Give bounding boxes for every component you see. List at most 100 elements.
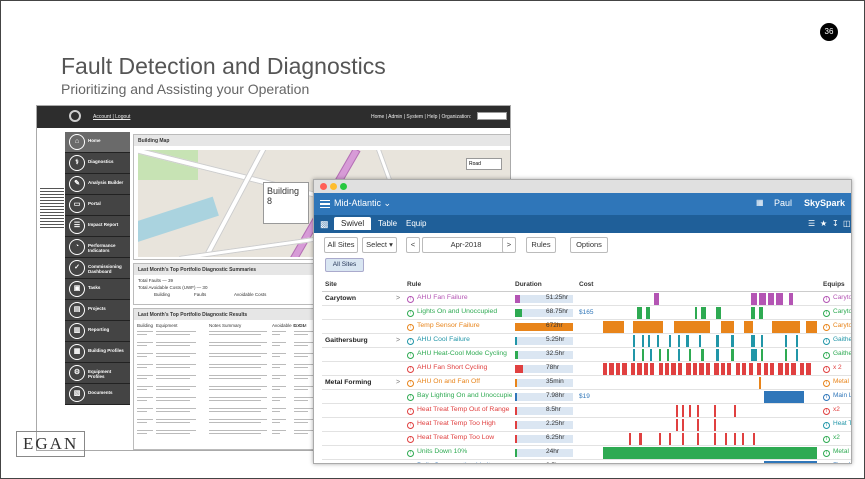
timeline-cell[interactable] [600, 361, 820, 376]
menu-icon[interactable] [320, 200, 330, 208]
rule-cell[interactable]: ! AHU Fan Failure [404, 291, 512, 306]
equip-cell[interactable]: iGaithersburg RTU-1 [820, 333, 851, 348]
date-picker[interactable]: Apr-2018 [422, 237, 510, 253]
fault-segment[interactable] [806, 362, 811, 374]
fault-segment[interactable] [733, 432, 736, 444]
expand-arrow-icon[interactable]: > [392, 375, 404, 390]
display-icon[interactable]: ▦ [756, 198, 764, 207]
fault-segment[interactable] [784, 334, 788, 346]
rule-info-icon[interactable]: ! [407, 449, 414, 457]
grid-row[interactable]: Carytown>!AHU Fan Failure 51.25hr iCarytow… [322, 291, 851, 306]
grid-row[interactable]: ! AHU Fan Short Cycling 78hr i x 2 [322, 361, 851, 376]
rule-info-icon[interactable]: ! [407, 464, 414, 465]
fault-segment[interactable] [767, 292, 775, 304]
fault-segment[interactable] [701, 348, 704, 360]
equip-cell[interactable]: iCarytown RTU-1 [820, 291, 851, 306]
equip-cell[interactable]: iFlow Meter [820, 459, 851, 463]
equip-link[interactable]: Carytown RTU-1 [833, 294, 851, 301]
fault-segment[interactable] [727, 362, 732, 374]
fault-segment[interactable] [630, 362, 636, 374]
fault-segment[interactable] [695, 306, 698, 318]
column-header-equips[interactable]: Equips [820, 279, 851, 292]
bg-sidebar-item[interactable]: ⌂ Home [65, 132, 130, 153]
fault-segment[interactable] [658, 362, 663, 374]
fault-segment[interactable] [750, 292, 758, 304]
fault-segment[interactable] [682, 432, 685, 444]
fault-segment[interactable] [748, 362, 753, 374]
equip-cell[interactable]: iMetal Forming 1 [820, 445, 851, 460]
sites-filter-button[interactable]: All Sites [324, 237, 358, 253]
fault-segment[interactable] [632, 348, 636, 360]
bg-sidebar-item[interactable]: ✎ Analysis Builder [65, 174, 130, 195]
equip-link[interactable]: Heat Treating [833, 420, 851, 427]
bg-sidebar-item[interactable]: ▣ Tasks [65, 279, 130, 300]
equip-link[interactable]: x2 [833, 434, 840, 441]
fault-segment[interactable] [686, 334, 689, 346]
fault-segment[interactable] [675, 404, 678, 416]
fault-segment[interactable] [637, 306, 642, 318]
panel-toggle-icon[interactable]: ◫ [843, 219, 851, 228]
bg-account-links[interactable]: Account | Logout [93, 114, 130, 120]
bg-sidebar-item[interactable]: ▭ Portal [65, 195, 130, 216]
fault-segment[interactable] [650, 348, 653, 360]
timeline-cell[interactable] [600, 291, 820, 306]
download-icon[interactable]: ↧ [832, 219, 839, 228]
equip-link[interactable]: x 2 [833, 364, 842, 371]
bg-sidebar-item[interactable]: ▥ Reporting [65, 321, 130, 342]
fault-segment[interactable] [673, 320, 710, 332]
timeline-cell[interactable] [600, 319, 820, 334]
fault-segment[interactable] [733, 404, 736, 416]
rule-cell[interactable]: ! Units Down 10% [404, 445, 512, 460]
equip-link[interactable]: Carytown RTU-1 [833, 322, 851, 329]
bg-map-type-select[interactable]: Road [466, 158, 502, 170]
fault-segment[interactable] [615, 362, 621, 374]
fault-segment[interactable] [799, 362, 805, 374]
fault-segment[interactable] [688, 348, 691, 360]
fault-segment[interactable] [742, 432, 745, 444]
equip-link[interactable]: Carytown Main Lights [833, 308, 851, 315]
tab-equip[interactable]: Equip [406, 219, 426, 228]
expand-arrow-icon[interactable]: > [392, 291, 404, 306]
rule-cell[interactable]: ! AHU Fan Short Cycling [404, 361, 512, 376]
grid-row[interactable]: Short Pump>!Daily Consumption Limit 3.5hr… [322, 459, 851, 465]
bg-sidebar-item[interactable]: ◔ Performance Indicators [65, 237, 130, 258]
bg-sidebar-item[interactable]: ☰ Impact Report [65, 216, 130, 237]
options-button[interactable]: Options [570, 237, 608, 253]
equip-cell[interactable]: i x2 [820, 403, 851, 418]
fault-segment[interactable] [658, 348, 661, 360]
fault-segment[interactable] [688, 404, 691, 416]
rule-info-icon[interactable]: ! [407, 337, 414, 345]
next-period-button[interactable]: > [502, 237, 516, 253]
rule-info-icon[interactable]: ! [407, 379, 414, 387]
fault-segment[interactable] [682, 404, 685, 416]
rule-info-icon[interactable]: ! [407, 365, 414, 373]
bg-top-menu[interactable]: Home | Admin | System | Help | Organizat… [371, 114, 471, 120]
bg-sidebar-item[interactable]: ⚕ Diagnostics [65, 153, 130, 174]
fault-segment[interactable] [699, 362, 704, 374]
column-header-rule[interactable]: Rule [404, 279, 512, 292]
fault-segment[interactable] [778, 362, 783, 374]
fault-segment[interactable] [641, 334, 644, 346]
fault-segment[interactable] [658, 432, 661, 444]
column-header-site[interactable]: Site [322, 279, 392, 292]
window-maximize-button[interactable] [340, 183, 347, 190]
equip-cell[interactable]: iCarytown RTU-1 [820, 319, 851, 334]
rule-info-icon[interactable]: ! [407, 421, 414, 429]
grid-row[interactable]: !Units Down 10% 24hr iMetal Forming 1 [322, 445, 851, 460]
fault-segment[interactable] [686, 362, 691, 374]
bg-sidebar-item[interactable]: ⚙ Equipment Profiles [65, 363, 130, 384]
fault-segment[interactable] [716, 348, 719, 360]
timeline-cell[interactable] [600, 305, 820, 320]
fault-segment[interactable] [682, 418, 685, 430]
fault-segment[interactable] [731, 348, 734, 360]
fault-segment[interactable] [671, 362, 676, 374]
equip-cell[interactable]: iCarytown Main Lights [820, 305, 851, 320]
timeline-cell[interactable] [600, 375, 820, 390]
rule-cell[interactable]: ! AHU Cool Failure [404, 333, 512, 348]
grid-row[interactable]: Metal Forming >! AHU On and Fan Off 35min i M… [322, 375, 851, 390]
rule-cell[interactable]: ! Temp Sensor Failure [404, 319, 512, 334]
fault-segment[interactable] [665, 362, 670, 374]
bg-sidebar-item[interactable]: ✓ Commissioning Dashboard [65, 258, 130, 279]
fault-segment[interactable] [716, 306, 721, 318]
timeline-cell[interactable] [600, 431, 820, 446]
